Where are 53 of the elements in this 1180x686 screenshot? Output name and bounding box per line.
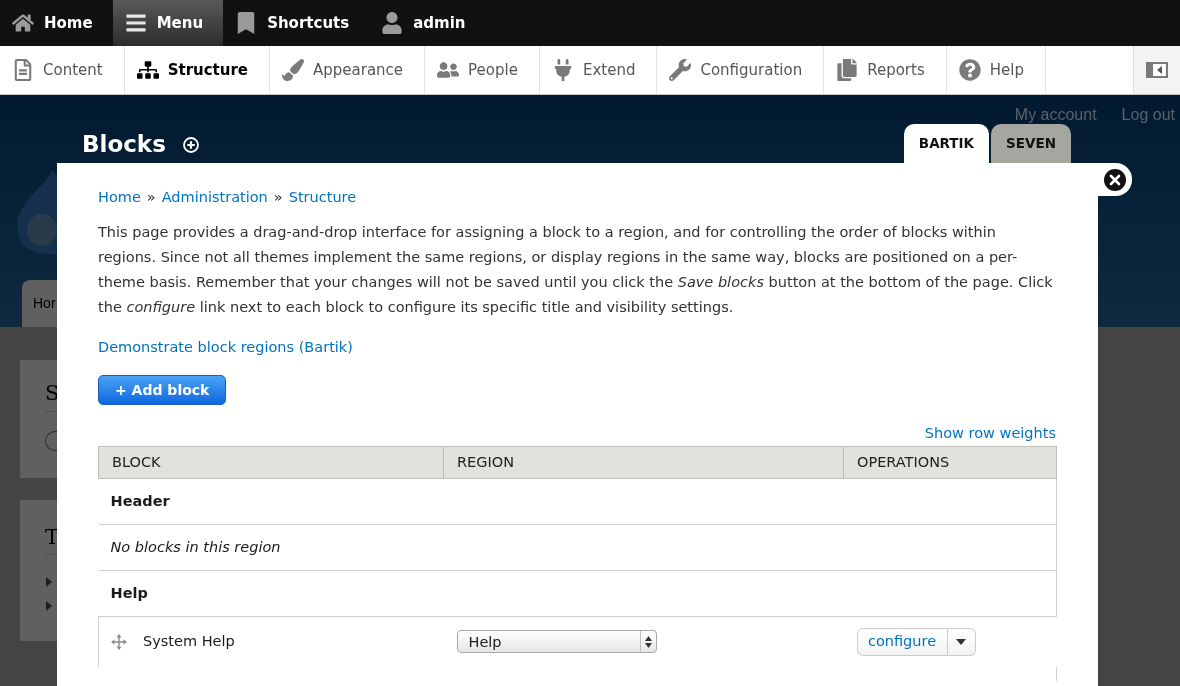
- breadcrumb-separator: »: [146, 188, 156, 207]
- theme-tab[interactable]: BARTIK: [903, 124, 990, 163]
- paintbrush-icon: [282, 59, 305, 81]
- sidebar-heading: S: [45, 382, 57, 404]
- document-icon: [12, 59, 34, 81]
- panel-toggle-icon: [1146, 62, 1168, 78]
- column-header: REGION: [443, 446, 844, 479]
- sitemap-icon: [136, 59, 159, 81]
- help-icon: [958, 59, 981, 81]
- navigation-tab[interactable]: Content: [0, 46, 125, 94]
- column-header: BLOCK: [98, 446, 444, 479]
- description-text: This page provides a drag-and-drop interface for assigning a block to a region, and for controlling the order of blocks within regions. Since not all themes implement the same regions, or display regions in the same way, blocks are positioned on a per-theme basis. Remember that your changes will not be saved until you click the Save blocks button at the bottom of the page. Click the configure link next to each block to configure its specific title and visibility settings.: [98, 223, 1054, 317]
- navigation-tab[interactable]: Help: [946, 46, 1046, 94]
- close-button[interactable]: [1098, 163, 1132, 196]
- caret-right-icon: [46, 601, 52, 611]
- toolbar-tab[interactable]: Menu: [112, 0, 224, 46]
- users-icon: [437, 59, 460, 81]
- menu-icon: [124, 12, 147, 34]
- wrench-icon: [669, 59, 692, 81]
- house-icon: [12, 12, 34, 34]
- show-row-weights-link[interactable]: Show row weights: [924, 424, 1056, 442]
- navigation-tab[interactable]: Extend: [539, 46, 658, 94]
- breadcrumb-separator: »: [273, 188, 283, 207]
- region-title: Header: [110, 492, 170, 509]
- navigation-tab[interactable]: People: [425, 46, 540, 94]
- user-icon: [381, 12, 404, 34]
- region-title: Help: [110, 584, 148, 601]
- up-down-arrows-icon: [644, 635, 652, 648]
- breadcrumb-link[interactable]: Structure: [288, 187, 357, 207]
- navigation-tab[interactable]: Appearance: [270, 46, 426, 94]
- drop-logo-icon: [15, 170, 57, 254]
- empty-region-message: No blocks in this region: [110, 538, 281, 555]
- theme-tab[interactable]: SEVEN: [991, 124, 1071, 163]
- demo-regions-link[interactable]: Demonstrate block regions (Bartik): [98, 337, 353, 357]
- close-icon: [1104, 168, 1126, 191]
- add-block-button[interactable]: + Add block: [98, 375, 227, 405]
- tray-toggle-button[interactable]: [1133, 46, 1180, 94]
- page-title: Blocks: [82, 129, 166, 159]
- plus-circle-icon[interactable]: [182, 136, 199, 153]
- drag-handle-icon[interactable]: [111, 633, 127, 650]
- caret-right-icon: [46, 577, 52, 587]
- region-select[interactable]: Help: [456, 630, 657, 654]
- breadcrumb-link[interactable]: Home: [98, 187, 141, 207]
- caret-down-icon: [956, 638, 966, 645]
- block-name: System Help: [143, 631, 235, 651]
- operations-toggle-button[interactable]: [947, 627, 976, 656]
- navigation-tab[interactable]: Structure: [124, 46, 271, 94]
- column-header: OPERATIONS: [843, 446, 1057, 479]
- documents-icon: [836, 59, 859, 81]
- navigation-tab[interactable]: Reports: [824, 46, 947, 94]
- configure-button[interactable]: configure: [856, 627, 948, 656]
- breadcrumb-link[interactable]: Administration: [161, 187, 268, 207]
- navigation-tab[interactable]: Configuration: [657, 46, 825, 94]
